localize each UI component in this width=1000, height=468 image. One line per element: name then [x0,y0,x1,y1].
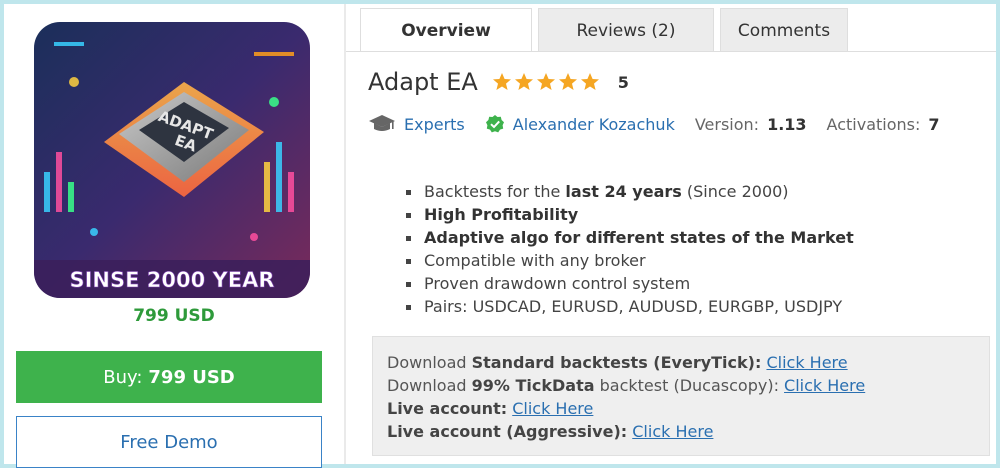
download-bold: Live account (Aggressive): [387,422,628,441]
buy-button-label: Buy: [103,366,143,388]
download-text: backtest (Ducascopy): [594,376,779,395]
feature-item: Compatible with any broker [406,249,854,272]
star-icon [536,73,555,90]
product-page: ADAPT EA SINSE 2000 YEAR 799 USD Buy: 79… [4,4,996,468]
feature-item: Backtests for the last 24 years (Since 2… [406,180,854,203]
tab-bar: Overview Reviews (2) Comments [360,8,848,52]
image-banner-text: SINSE 2000 YEAR [69,268,274,292]
download-row: Live account (Aggressive): Click Here [387,420,975,443]
tab-overview[interactable]: Overview [360,8,532,52]
meta-row: Experts Alexander Kozachuk Version: 1.13… [368,114,960,134]
version-value: 1.13 [767,114,807,134]
download-bold: Standard backtests (EveryTick): [471,353,762,372]
category-link[interactable]: Experts [404,115,465,134]
download-link[interactable]: Click Here [766,353,847,372]
category: Experts [368,114,465,134]
activations-label: Activations: [826,114,921,134]
download-links-box: Download Standard backtests (EveryTick):… [372,336,990,456]
chip-illustration: ADAPT EA SINSE 2000 YEAR [34,22,310,298]
feature-bold: last 24 years [565,182,682,201]
product-sidebar: ADAPT EA SINSE 2000 YEAR 799 USD Buy: 79… [4,4,344,468]
author-link[interactable]: Alexander Kozachuk [513,115,675,134]
download-bold: Live account: [387,399,508,418]
feature-list: Backtests for the last 24 years (Since 2… [406,180,854,318]
graduation-cap-icon [369,115,395,131]
star-icon [580,73,599,90]
product-image[interactable]: ADAPT EA SINSE 2000 YEAR [34,22,310,298]
download-link[interactable]: Click Here [632,422,713,441]
version-label: Version: [694,114,760,134]
feature-item: Proven drawdown control system [406,272,854,295]
activations-value: 7 [928,114,940,134]
star-icon [558,73,577,90]
star-rating [492,72,600,92]
author: Alexander Kozachuk [485,114,675,134]
download-link[interactable]: Click Here [512,399,593,418]
tab-reviews[interactable]: Reviews (2) [538,8,714,52]
feature-bold: Adaptive algo for different states of th… [424,228,854,247]
buy-button[interactable]: Buy: 799 USD [16,351,322,403]
download-text: Download [387,353,472,372]
buy-button-price: 799 USD [148,366,235,388]
star-icon [514,73,533,90]
verified-check-icon [485,115,504,133]
feature-bold: High Profitability [424,205,579,224]
feature-text: Proven drawdown control system [424,274,691,293]
download-link[interactable]: Click Here [784,376,865,395]
download-row: Live account: Click Here [387,397,975,420]
version: Version: 1.13 [695,115,807,134]
free-demo-button[interactable]: Free Demo [16,416,322,468]
feature-item: High Profitability [406,203,854,226]
product-details: Overview Reviews (2) Comments Adapt EA 5… [346,4,996,464]
tab-comments[interactable]: Comments [720,8,848,52]
product-price: 799 USD [133,306,215,326]
feature-item: Pairs: USDCAD, EURUSD, AUDUSD, EURGBP, U… [406,295,854,318]
feature-text: Backtests for the [424,182,566,201]
feature-text: Compatible with any broker [424,251,646,270]
download-row: Download Standard backtests (EveryTick):… [387,351,975,374]
activations: Activations: 7 [827,115,940,134]
tab-underline [346,51,996,52]
feature-text: Pairs: USDCAD, EURUSD, AUDUSD, EURGBP, U… [424,297,843,316]
title-row: Adapt EA 5 [368,68,629,96]
feature-text: (Since 2000) [681,182,789,201]
feature-item: Adaptive algo for different states of th… [406,226,854,249]
download-row: Download 99% TickData backtest (Ducascop… [387,374,975,397]
download-text: Download [387,376,472,395]
star-icon [492,73,511,90]
product-title: Adapt EA [368,68,478,96]
download-bold: 99% TickData [471,376,595,395]
rating-value: 5 [617,72,629,92]
